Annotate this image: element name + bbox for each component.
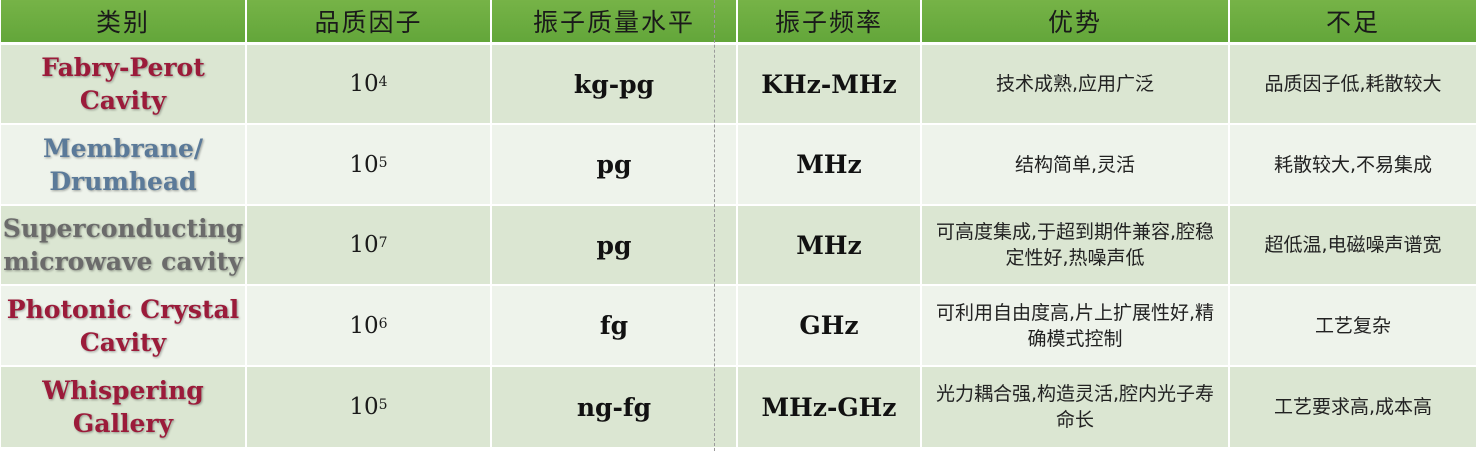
row-1-name: Membrane/Drumhead (1, 125, 247, 206)
row-3-disadvantages: 工艺复杂 (1230, 286, 1476, 367)
row-2-mass: pg (492, 206, 738, 286)
row-4-name: Whispering Gallery (1, 367, 247, 449)
row-2-frequency: MHz (738, 206, 922, 286)
header-category: 类别 (1, 0, 247, 45)
header-oscillator-mass: 振子质量水平 (492, 0, 738, 45)
row-0-mass: kg-pg (492, 45, 738, 125)
row-1-advantages: 结构简单,灵活 (922, 125, 1230, 206)
row-2-name: Superconducting microwave cavity (1, 206, 247, 286)
row-0-frequency: KHz-MHz (738, 45, 922, 125)
row-3-advantages: 可利用自由度高,片上扩展性好,精确模式控制 (922, 286, 1230, 367)
row-3-quality-factor: 10 6 (247, 286, 492, 367)
row-3-frequency: GHz (738, 286, 922, 367)
row-1-disadvantages: 耗散较大,不易集成 (1230, 125, 1476, 206)
row-4-quality-factor: 10 5 (247, 367, 492, 449)
comparison-table: 类别 品质因子 振子质量水平 振子频率 优势 不足 Fabry-Perot Cav… (1, 0, 1476, 451)
row-4-disadvantages: 工艺要求高,成本高 (1230, 367, 1476, 449)
row-0-quality-factor: 10 4 (247, 45, 492, 125)
row-1-quality-factor: 10 5 (247, 125, 492, 206)
row-1-frequency: MHz (738, 125, 922, 206)
header-oscillator-frequency: 振子频率 (738, 0, 922, 45)
row-2-disadvantages: 超低温,电磁噪声谱宽 (1230, 206, 1476, 286)
row-4-advantages: 光力耦合强,构造灵活,腔内光子寿命长 (922, 367, 1230, 449)
row-3-name: Photonic Crystal Cavity (1, 286, 247, 367)
header-quality-factor: 品质因子 (247, 0, 492, 45)
row-2-advantages: 可高度集成,于超到期件兼容,腔稳定性好,热噪声低 (922, 206, 1230, 286)
header-advantages: 优势 (922, 0, 1230, 45)
row-4-mass: ng-fg (492, 367, 738, 449)
row-3-mass: fg (492, 286, 738, 367)
row-1-mass: pg (492, 125, 738, 206)
row-4-frequency: MHz-GHz (738, 367, 922, 449)
row-2-quality-factor: 10 7 (247, 206, 492, 286)
header-disadvantages: 不足 (1230, 0, 1476, 45)
row-0-disadvantages: 品质因子低,耗散较大 (1230, 45, 1476, 125)
row-0-advantages: 技术成熟,应用广泛 (922, 45, 1230, 125)
row-0-name: Fabry-Perot Cavity (1, 45, 247, 125)
